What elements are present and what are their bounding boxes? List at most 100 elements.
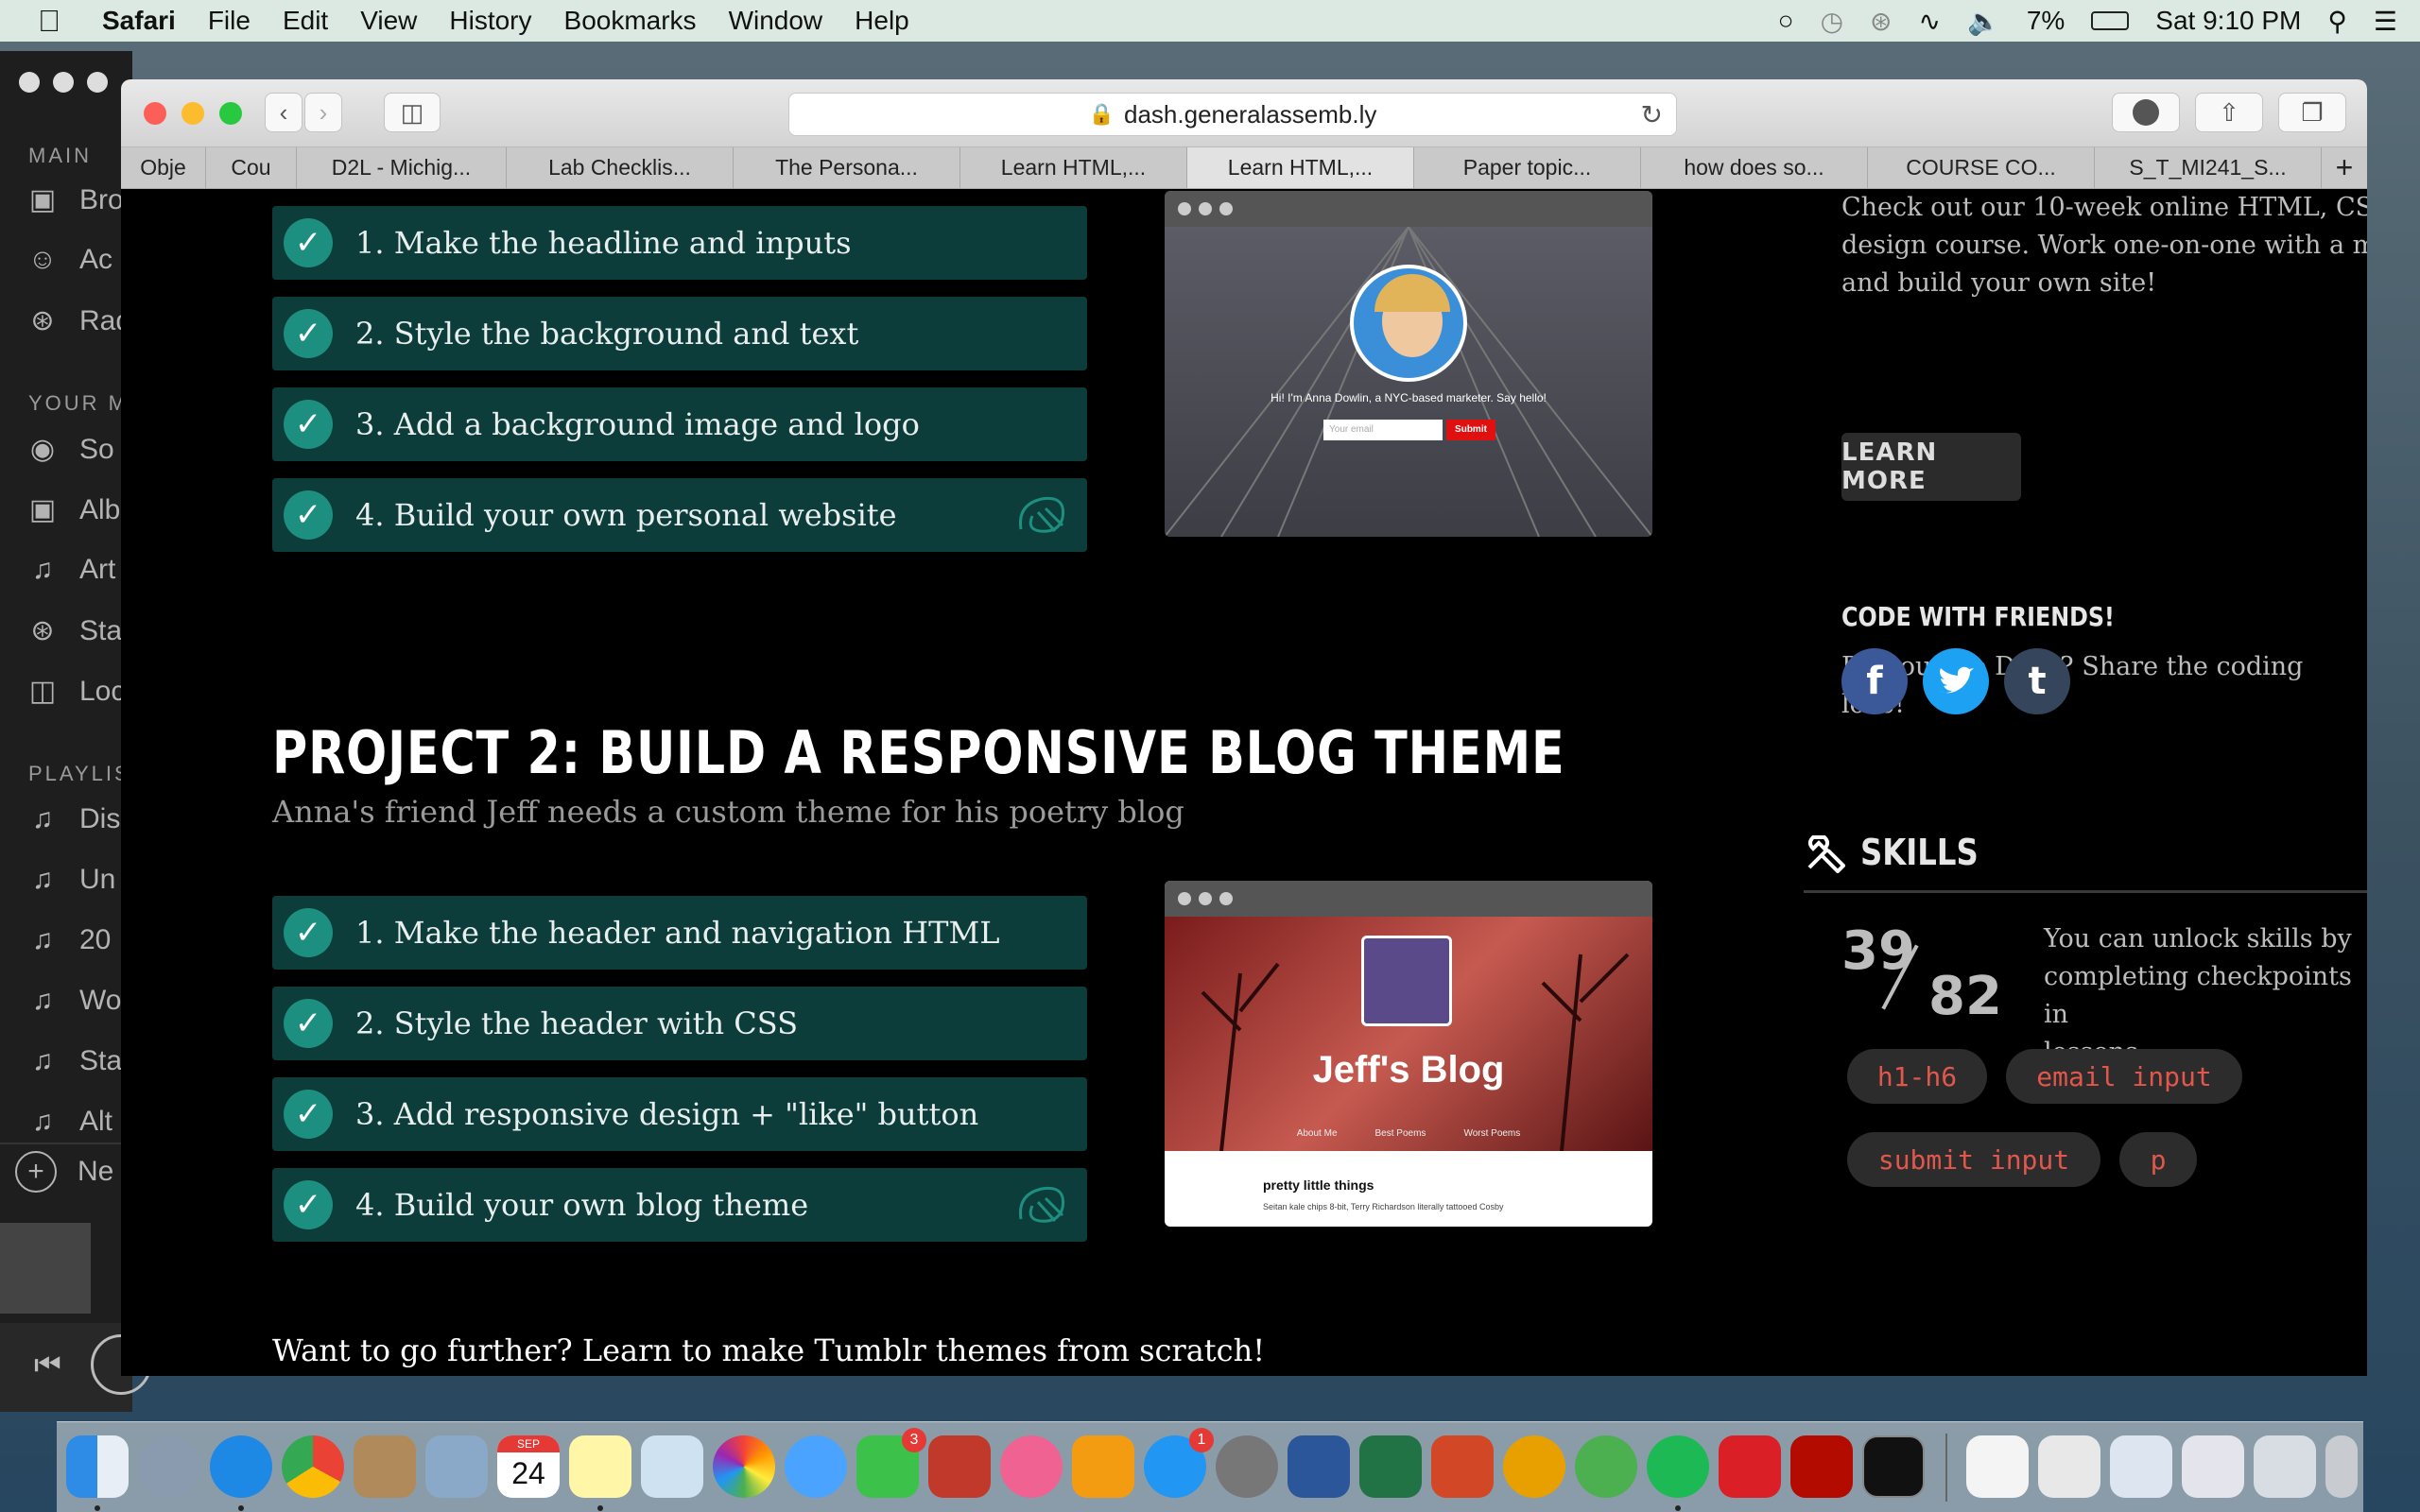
minimize-window-button[interactable]: [182, 102, 204, 125]
menu-history[interactable]: History: [449, 6, 531, 36]
stack-icon[interactable]: [2110, 1435, 2172, 1498]
downloads-button[interactable]: [2112, 93, 2180, 132]
mail-icon[interactable]: [425, 1435, 488, 1498]
facetime-icon[interactable]: 3: [856, 1428, 926, 1498]
menu-window[interactable]: Window: [729, 6, 823, 36]
launchpad-icon[interactable]: [138, 1435, 200, 1498]
word-icon[interactable]: [1288, 1435, 1350, 1498]
terminal-icon[interactable]: [1862, 1435, 1925, 1498]
twitter-share-button[interactable]: [1923, 648, 1989, 714]
stack-icon[interactable]: [2182, 1435, 2244, 1498]
outlook-icon[interactable]: [1503, 1435, 1565, 1498]
notification-center-icon[interactable]: ☰: [2374, 6, 2397, 37]
battery-icon[interactable]: [2091, 11, 2130, 30]
forward-button[interactable]: ›: [304, 93, 342, 132]
finder-icon[interactable]: [66, 1435, 129, 1498]
spotify-albums[interactable]: ▣ Alb: [26, 493, 121, 526]
stack-icon[interactable]: [2038, 1435, 2100, 1498]
close-window-button[interactable]: [144, 102, 166, 125]
address-bar[interactable]: 🔒 dash.generalassemb.ly ↻: [788, 93, 1677, 136]
tab[interactable]: how does so...: [1641, 147, 1868, 188]
project2-step-1[interactable]: ✓ 1. Make the header and navigation HTML: [272, 896, 1087, 970]
tab[interactable]: Learn HTML,...: [960, 147, 1187, 188]
tab[interactable]: Lab Checklis...: [507, 147, 734, 188]
spotify-playlist-item[interactable]: ♫ Wo: [26, 985, 122, 1017]
spotify-radio[interactable]: ⊛ Rad: [26, 304, 131, 337]
spotify-new-playlist[interactable]: + Ne: [15, 1151, 113, 1193]
spotify-playlist-item[interactable]: ♫ Dis: [26, 803, 121, 835]
project2-step-3[interactable]: ✓ 3. Add responsive design + "like" butt…: [272, 1077, 1087, 1151]
project1-step-3[interactable]: ✓ 3. Add a background image and logo: [272, 387, 1087, 461]
volume-icon[interactable]: 🔈: [1967, 6, 2000, 37]
spotify-browse[interactable]: ▣ Bro: [26, 183, 124, 216]
project1-preview[interactable]: Hi! I'm Anna Dowlin, a NYC-based markete…: [1165, 191, 1652, 537]
project2-step-2[interactable]: ✓ 2. Style the header with CSS: [272, 987, 1087, 1060]
tab[interactable]: Obje: [121, 147, 206, 188]
spotify-playlist-item[interactable]: ♫ Sta: [26, 1045, 122, 1077]
safari-icon[interactable]: [210, 1435, 272, 1498]
skill-tag[interactable]: h1-h6: [1847, 1049, 1987, 1104]
facebook-share-button[interactable]: f: [1841, 648, 1908, 714]
tab-active[interactable]: Learn HTML,...: [1187, 147, 1414, 188]
wifi-icon[interactable]: ∿: [1918, 6, 1940, 37]
spotify-activity[interactable]: ☺ Ac: [26, 244, 112, 276]
powerpoint-icon[interactable]: [1431, 1435, 1494, 1498]
app-store-icon[interactable]: 1: [1144, 1428, 1214, 1498]
project1-step-1[interactable]: ✓ 1. Make the headline and inputs: [272, 206, 1087, 280]
share-button[interactable]: ⇧: [2195, 93, 2263, 132]
menu-help[interactable]: Help: [855, 6, 909, 36]
photo-booth-icon[interactable]: [928, 1435, 991, 1498]
system-preferences-icon[interactable]: [1216, 1435, 1278, 1498]
now-playing-album-art[interactable]: [0, 1223, 91, 1314]
spotify-songs[interactable]: ◉ So: [26, 433, 114, 466]
chrome-icon[interactable]: [282, 1435, 344, 1498]
project1-step-2[interactable]: ✓ 2. Style the background and text: [272, 297, 1087, 370]
spotify-artists[interactable]: ♫ Art: [26, 554, 116, 586]
skill-tag[interactable]: email input: [2006, 1049, 2242, 1104]
spotify-playlist-item[interactable]: ♫ Un: [26, 864, 116, 896]
sidebar-toggle-button[interactable]: ◫: [384, 93, 441, 132]
creative-cloud-icon[interactable]: ○: [1778, 6, 1794, 36]
tab[interactable]: The Persona...: [734, 147, 960, 188]
reminders-icon[interactable]: [641, 1435, 703, 1498]
globe-icon[interactable]: [1575, 1435, 1637, 1498]
new-tab-button[interactable]: +: [2322, 147, 2367, 188]
project1-step-4[interactable]: ✓ 4. Build your own personal website: [272, 478, 1087, 552]
tab[interactable]: Cou: [206, 147, 297, 188]
bluetooth-icon[interactable]: ⊛: [1870, 6, 1892, 37]
previous-track-icon[interactable]: ⏮: [34, 1348, 61, 1383]
downloads-stack-icon[interactable]: [2254, 1435, 2316, 1498]
notes-icon[interactable]: [569, 1435, 631, 1498]
project2-preview[interactable]: Jeff's Blog About Me Best Poems Worst Poem…: [1165, 881, 1652, 1227]
acrobat-icon[interactable]: [1790, 1435, 1853, 1498]
clock[interactable]: Sat 9:10 PM: [2155, 6, 2301, 36]
ibooks-icon[interactable]: [1072, 1435, 1134, 1498]
spotify-local-files[interactable]: ◫ Loc: [26, 675, 126, 708]
skill-tag[interactable]: p: [2119, 1132, 2197, 1187]
tab[interactable]: S_T_MI241_S...: [2095, 147, 2322, 188]
excel-icon[interactable]: [1359, 1435, 1422, 1498]
battery-percent[interactable]: 7%: [2027, 6, 2065, 36]
trash-icon[interactable]: [2325, 1435, 2358, 1498]
tab-overview-button[interactable]: ❐: [2278, 93, 2346, 132]
spotify-playlist-item[interactable]: ♫ Alt: [26, 1106, 112, 1138]
spotify-stations[interactable]: ⊛ Sta: [26, 614, 122, 647]
menu-file[interactable]: File: [208, 6, 251, 36]
tab[interactable]: COURSE CO...: [1868, 147, 2095, 188]
creative-cloud-icon[interactable]: [1719, 1435, 1781, 1498]
menu-edit[interactable]: Edit: [283, 6, 328, 36]
calendar-icon[interactable]: SEP 24: [497, 1435, 560, 1498]
messages-icon[interactable]: [785, 1435, 847, 1498]
back-button[interactable]: ‹: [265, 93, 302, 132]
tab[interactable]: Paper topic...: [1414, 147, 1641, 188]
menu-view[interactable]: View: [360, 6, 417, 36]
itunes-icon[interactable]: [1000, 1435, 1063, 1498]
tumblr-share-button[interactable]: t: [2004, 648, 2070, 714]
zoom-window-button[interactable]: [219, 102, 242, 125]
project2-step-4[interactable]: ✓ 4. Build your own blog theme: [272, 1168, 1087, 1242]
further-learning-text[interactable]: Want to go further? Learn to make Tumblr…: [272, 1332, 1265, 1368]
spotlight-search-icon[interactable]: ⚲: [2327, 6, 2347, 37]
time-machine-icon[interactable]: ◷: [1821, 6, 1843, 37]
document-icon[interactable]: [1966, 1435, 2029, 1498]
menu-bookmarks[interactable]: Bookmarks: [564, 6, 697, 36]
